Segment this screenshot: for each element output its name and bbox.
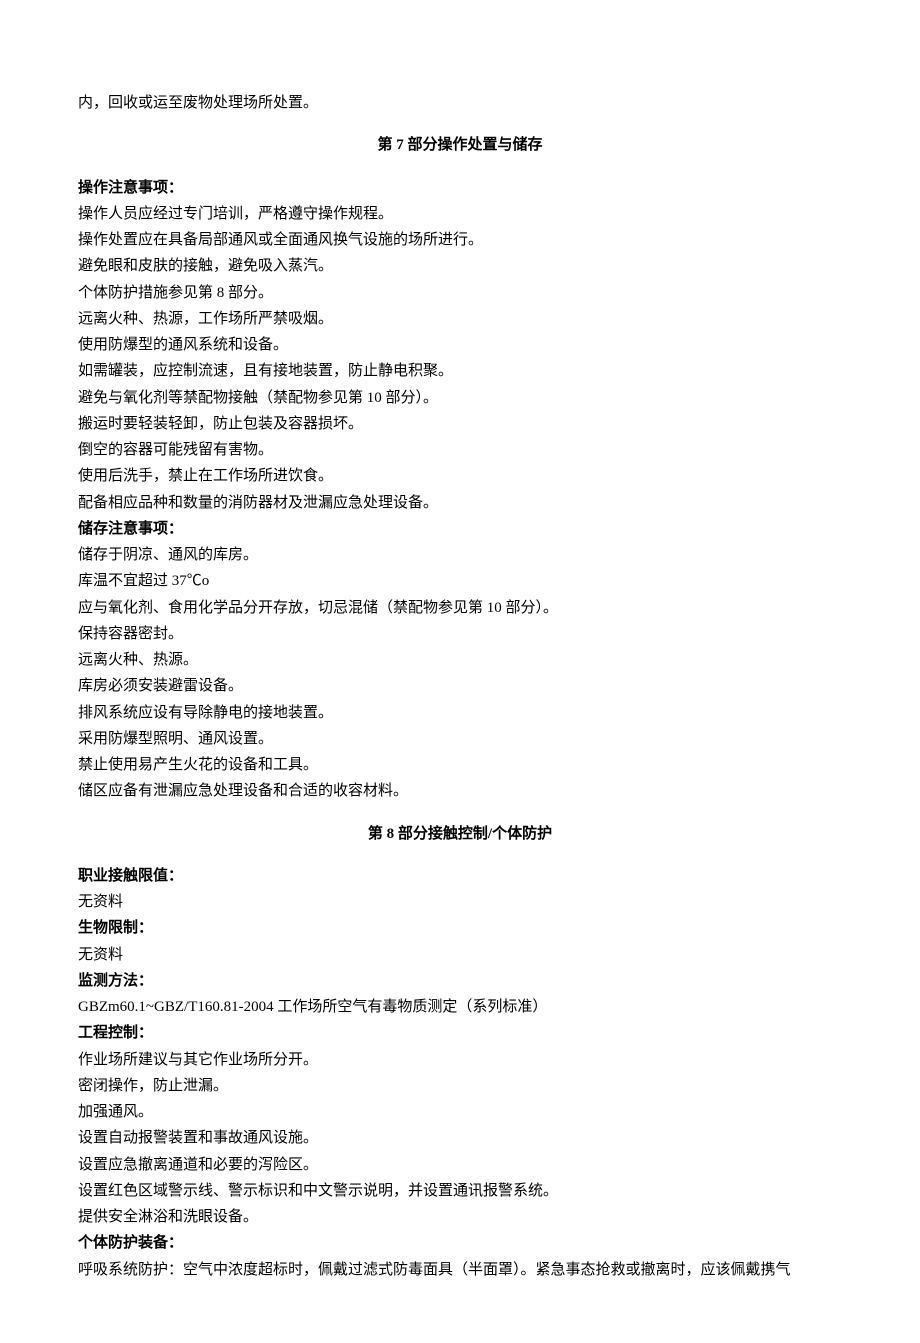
monitor-method-label: 监测方法： — [78, 968, 842, 994]
ppe-line: 呼吸系统防护：空气中浓度超标时，佩戴过滤式防毒面具（半面罩）。紧急事态抢救或撤离… — [78, 1257, 842, 1283]
storage-line: 采用防爆型照明、通风设置。 — [78, 726, 842, 752]
op-line: 使用后洗手，禁止在工作场所进饮食。 — [78, 463, 842, 489]
bio-limit-value: 无资料 — [78, 942, 842, 968]
storage-line: 储区应备有泄漏应急处理设备和合适的收容材料。 — [78, 778, 842, 804]
storage-line: 储存于阴凉、通风的库房。 — [78, 542, 842, 568]
op-line: 搬运时要轻装轻卸，防止包装及容器损坏。 — [78, 411, 842, 437]
op-line: 个体防护措施参见第 8 部分。 — [78, 280, 842, 306]
storage-line: 保持容器密封。 — [78, 621, 842, 647]
op-line: 配备相应品种和数量的消防器材及泄漏应急处理设备。 — [78, 490, 842, 516]
op-line: 倒空的容器可能残留有害物。 — [78, 437, 842, 463]
ppe-label: 个体防护装备： — [78, 1230, 842, 1256]
op-line: 避免眼和皮肤的接触，避免吸入蒸汽。 — [78, 253, 842, 279]
bio-limit-label: 生物限制： — [78, 915, 842, 941]
exposure-limit-label: 职业接触限值： — [78, 863, 842, 889]
section-7-title: 第 7 部分操作处置与储存 — [78, 132, 842, 158]
exposure-limit-value: 无资料 — [78, 889, 842, 915]
monitor-method-value: GBZm60.1~GBZ/T160.81-2004 工作场所空气有毒物质测定（系… — [78, 994, 842, 1020]
eng-line: 设置自动报警装置和事故通风设施。 — [78, 1125, 842, 1151]
eng-line: 提供安全淋浴和洗眼设备。 — [78, 1204, 842, 1230]
section-8-title: 第 8 部分接触控制/个体防护 — [78, 821, 842, 847]
op-line: 避免与氧化剂等禁配物接触（禁配物参见第 10 部分）。 — [78, 385, 842, 411]
storage-line: 库房必须安装避雷设备。 — [78, 673, 842, 699]
eng-line: 加强通风。 — [78, 1099, 842, 1125]
intro-paragraph: 内，回收或运至废物处理场所处置。 — [78, 90, 842, 116]
op-line: 远离火种、热源，工作场所严禁吸烟。 — [78, 306, 842, 332]
op-line: 操作处置应在具备局部通风或全面通风换气设施的场所进行。 — [78, 227, 842, 253]
eng-line: 设置应急撤离通道和必要的泻险区。 — [78, 1152, 842, 1178]
storage-line: 库温不宜超过 37℃o — [78, 568, 842, 594]
storage-line: 应与氧化剂、食用化学品分开存放，切忌混储（禁配物参见第 10 部分）。 — [78, 595, 842, 621]
op-line: 如需罐装，应控制流速，且有接地装置，防止静电积聚。 — [78, 358, 842, 384]
storage-line: 排风系统应设有导除静电的接地装置。 — [78, 700, 842, 726]
engineering-control-label: 工程控制： — [78, 1020, 842, 1046]
op-line: 使用防爆型的通风系统和设备。 — [78, 332, 842, 358]
eng-line: 作业场所建议与其它作业场所分开。 — [78, 1047, 842, 1073]
operation-precautions-label: 操作注意事项： — [78, 175, 842, 201]
storage-line: 远离火种、热源。 — [78, 647, 842, 673]
eng-line: 密闭操作，防止泄漏。 — [78, 1073, 842, 1099]
storage-line: 禁止使用易产生火花的设备和工具。 — [78, 752, 842, 778]
op-line: 操作人员应经过专门培训，严格遵守操作规程。 — [78, 201, 842, 227]
storage-precautions-label: 储存注意事项： — [78, 516, 842, 542]
eng-line: 设置红色区域警示线、警示标识和中文警示说明，并设置通讯报警系统。 — [78, 1178, 842, 1204]
